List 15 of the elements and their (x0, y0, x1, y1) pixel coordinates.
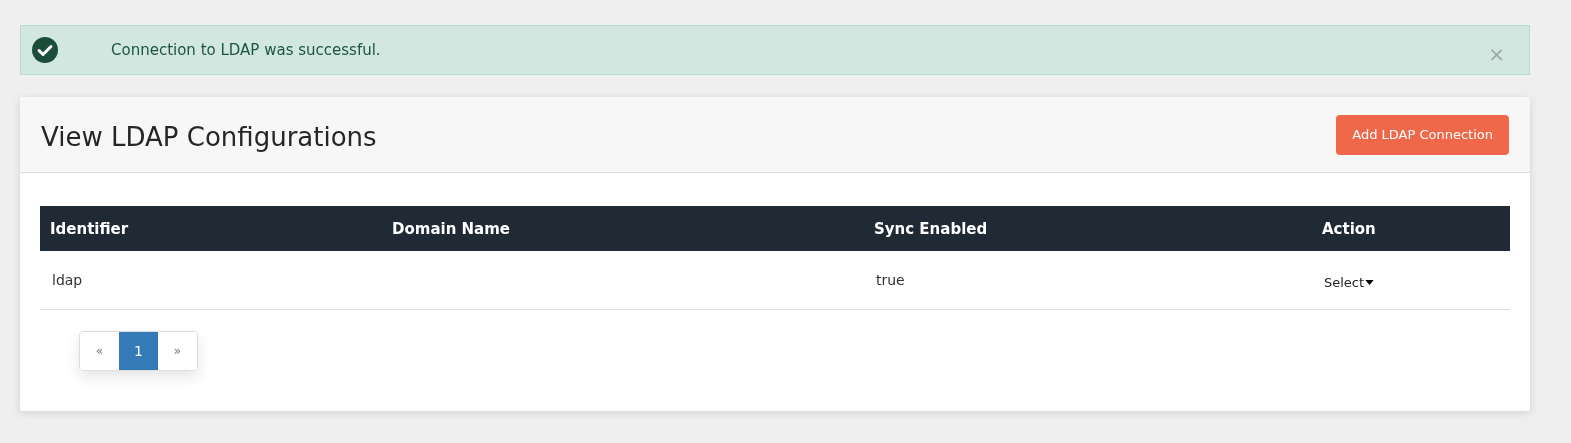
page-title: View LDAP Configurations (41, 121, 377, 152)
column-header: Sync Enabled (874, 219, 988, 238)
alert-message: Connection to LDAP was successful. (111, 41, 382, 59)
table-cell: true (876, 272, 905, 288)
previous-page-button[interactable]: « (80, 332, 119, 370)
caret-icon (1365, 280, 1375, 285)
table-cell: ldap (52, 272, 83, 288)
add-connection-button[interactable]: Add LDAP Connection (1336, 114, 1509, 155)
column-header: Identifier (50, 219, 129, 238)
column-header: Action (1322, 219, 1376, 238)
select-dropdown[interactable]: Select (1324, 275, 1375, 290)
next-page-button[interactable]: » (158, 332, 197, 370)
check-circle-icon (32, 37, 58, 63)
column-header: Domain Name (392, 219, 511, 238)
page-button[interactable]: 1 (119, 332, 158, 370)
